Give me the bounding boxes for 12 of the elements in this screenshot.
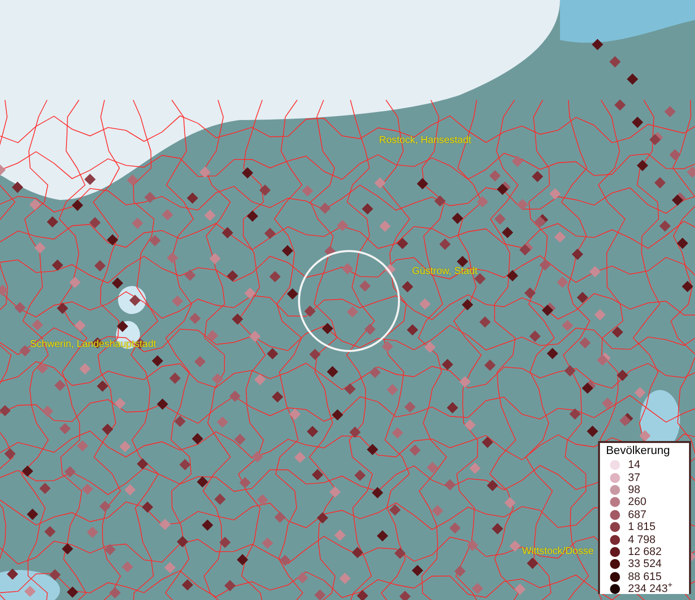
legend-label: 260 [628, 496, 646, 508]
legend-label: 4 798 [628, 534, 656, 546]
legend-label: 33 524 [628, 558, 662, 570]
legend-label: 88 615 [628, 570, 662, 583]
legend-label: 98 [628, 484, 640, 496]
legend-label: 234 243$^{+}$ [628, 583, 672, 596]
legend-label: 37 [628, 472, 640, 484]
legend-label: 687 [628, 508, 646, 521]
legend-title: Bevölkerung [606, 445, 671, 458]
legend-label: 1 815 [628, 521, 656, 534]
legend-label: 12 682 [628, 546, 662, 558]
legend-label: 14 [628, 459, 640, 472]
